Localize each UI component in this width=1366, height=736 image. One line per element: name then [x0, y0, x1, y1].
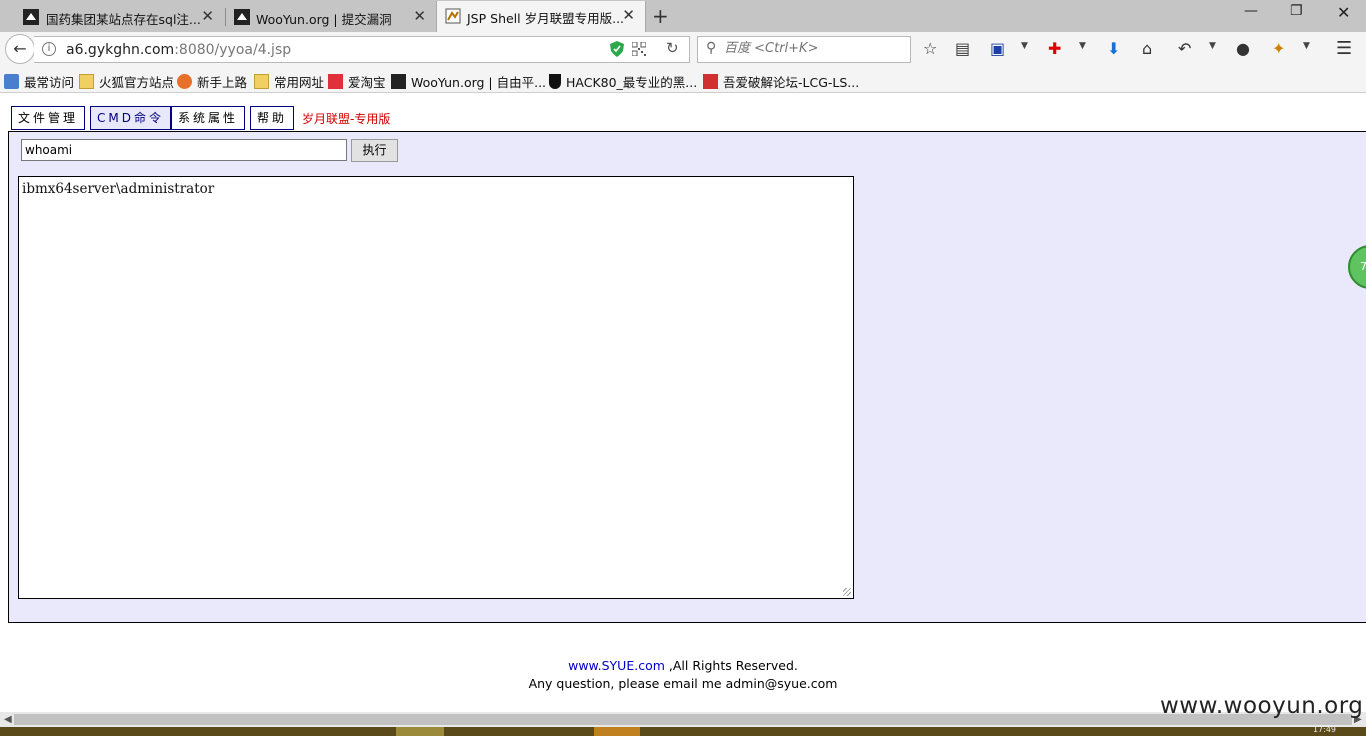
chevron-down-icon[interactable]: ▼	[1303, 41, 1310, 51]
command-output[interactable]: ibmx64server\administrator	[18, 176, 854, 599]
search-box[interactable]: ⚲	[697, 36, 911, 63]
first-aid-icon[interactable]: ✚	[1048, 40, 1061, 58]
52pojie-icon	[703, 74, 718, 89]
folder-icon	[254, 74, 269, 89]
address-bar[interactable]: i a6.gykghn.com:8080/yyoa/4.jsp ↻	[34, 36, 690, 63]
reading-list-icon[interactable]: ▤	[955, 40, 970, 58]
tab-label: 国药集团某站点存在sql注...	[46, 12, 201, 27]
bookmark-wooyun[interactable]: WooYun.org | 自由平...	[391, 72, 546, 91]
taskbar-item[interactable]	[396, 727, 444, 736]
back-arrow-icon[interactable]: ←	[5, 34, 35, 64]
undo-icon[interactable]: ↶	[1178, 40, 1191, 58]
bookmark-common-sites[interactable]: 常用网址	[254, 72, 324, 91]
save-page-icon[interactable]: ▣	[990, 40, 1005, 58]
chevron-down-icon[interactable]: ▼	[1209, 41, 1216, 51]
wooyun-favicon-icon	[23, 9, 39, 25]
home-icon[interactable]: ⌂	[1142, 40, 1152, 58]
url-host: a6.gykghn.com	[66, 42, 175, 58]
cmd-panel: 执行 ibmx64server\administrator	[8, 131, 1366, 623]
command-input[interactable]	[21, 139, 347, 161]
tab-jsp-shell[interactable]: JSP Shell 岁月联盟专用版... ✕	[436, 1, 646, 32]
taskbar-clock: 17:49	[1312, 725, 1336, 734]
menu-help[interactable]: 帮助	[250, 106, 295, 130]
footer-contact: Any question, please email me admin@syue…	[528, 676, 838, 691]
footer-link[interactable]: www.SYUE.com	[568, 658, 665, 673]
scroll-left-icon[interactable]: ◀	[4, 712, 12, 727]
bookmark-label: 常用网址	[274, 75, 325, 90]
bookmark-label: HACK80_最专业的黑...	[566, 75, 698, 90]
url-text[interactable]: a6.gykghn.com:8080/yyoa/4.jsp	[66, 42, 291, 58]
reload-icon[interactable]: ↻	[666, 39, 679, 57]
info-icon[interactable]: i	[42, 42, 56, 56]
jsp-favicon-icon	[445, 8, 461, 24]
bookmark-getting-started[interactable]: 新手上路	[177, 72, 247, 91]
bookmark-label: WooYun.org | 自由平...	[411, 75, 547, 90]
extension-icon[interactable]: ✦	[1272, 40, 1285, 58]
brand-label: 岁月联盟-专用版	[302, 112, 391, 126]
shield-icon	[549, 74, 561, 89]
close-icon[interactable]: ✕	[622, 6, 635, 24]
bookmark-label: 爱淘宝	[348, 75, 386, 90]
execute-button[interactable]: 执行	[351, 139, 398, 162]
folder-icon	[79, 74, 94, 89]
footer-copyright: www.SYUE.com ,All Rights Reserved.	[0, 658, 1366, 673]
bookmark-label: 吾爱破解论坛-LCG-LS...	[723, 75, 860, 90]
search-icon: ⚲	[706, 40, 717, 56]
download-icon[interactable]: ⬇	[1107, 40, 1120, 58]
window-close-icon[interactable]: ✕	[1337, 3, 1350, 22]
scrollbar-thumb[interactable]	[14, 714, 1352, 725]
bookmark-hack80[interactable]: HACK80_最专业的黑...	[549, 72, 697, 91]
taobao-icon	[328, 74, 343, 89]
wooyun-favicon-icon	[391, 74, 406, 89]
bookmark-52pojie[interactable]: 吾爱破解论坛-LCG-LS...	[703, 72, 859, 91]
tab-strip: 国药集团某站点存在sql注... ✕ WooYun.org | 提交漏洞 ✕ J…	[0, 0, 1366, 32]
new-tab-button[interactable]: +	[652, 4, 669, 28]
chevron-down-icon[interactable]: ▼	[1079, 41, 1086, 51]
chevron-down-icon[interactable]: ▼	[1021, 41, 1028, 51]
tab-label: JSP Shell 岁月联盟专用版...	[467, 11, 625, 26]
footer-rights: ,All Rights Reserved.	[664, 658, 798, 673]
os-taskbar: 17:49	[0, 725, 1366, 736]
menu-file-manager[interactable]: 文件管理	[11, 106, 86, 130]
bookmark-aitaobao[interactable]: 爱淘宝	[328, 72, 386, 91]
qr-code-icon[interactable]	[632, 42, 646, 56]
taskbar-item[interactable]	[594, 727, 640, 736]
bookmark-star-icon[interactable]: ☆	[923, 40, 937, 58]
hamburger-menu-icon[interactable]: ☰	[1336, 40, 1352, 58]
bookmark-label: 最常访问	[24, 75, 75, 90]
shield-icon[interactable]	[610, 41, 624, 57]
menu-cmd-command[interactable]: CMD命令	[90, 106, 171, 130]
url-path: :8080/yyoa/4.jsp	[174, 42, 292, 58]
tab-sql-injection[interactable]: 国药集团某站点存在sql注... ✕	[0, 2, 224, 32]
chat-bubble-icon[interactable]: ●	[1236, 40, 1250, 58]
minimize-icon[interactable]: —	[1244, 3, 1258, 19]
resize-grip-icon[interactable]	[843, 588, 851, 596]
navigation-toolbar: ← i a6.gykghn.com:8080/yyoa/4.jsp ↻ ⚲ ☆ …	[0, 32, 1366, 68]
close-icon[interactable]: ✕	[413, 7, 426, 25]
bookmarks-toolbar: 最常访问 火狐官方站点 新手上路 常用网址 爱淘宝 WooYun.org | 自…	[0, 68, 1366, 93]
menu-system-properties[interactable]: 系统属性	[171, 106, 246, 130]
wooyun-favicon-icon	[234, 9, 250, 25]
most-visited-icon	[4, 74, 19, 89]
output-text: ibmx64server\administrator	[22, 181, 215, 197]
restore-icon[interactable]: ❐	[1290, 3, 1303, 19]
bookmark-label: 火狐官方站点	[99, 75, 175, 90]
firefox-icon	[177, 74, 192, 89]
tab-label: WooYun.org | 提交漏洞	[256, 12, 392, 27]
close-icon[interactable]: ✕	[201, 7, 214, 25]
bookmark-firefox-official[interactable]: 火狐官方站点	[79, 72, 174, 91]
search-input[interactable]	[724, 41, 904, 56]
watermark: www.wooyun.org	[1160, 693, 1364, 719]
bookmark-label: 新手上路	[197, 75, 248, 90]
tab-wooyun-submit[interactable]: WooYun.org | 提交漏洞 ✕	[226, 2, 436, 32]
bookmark-most-visited[interactable]: 最常访问	[4, 72, 74, 91]
